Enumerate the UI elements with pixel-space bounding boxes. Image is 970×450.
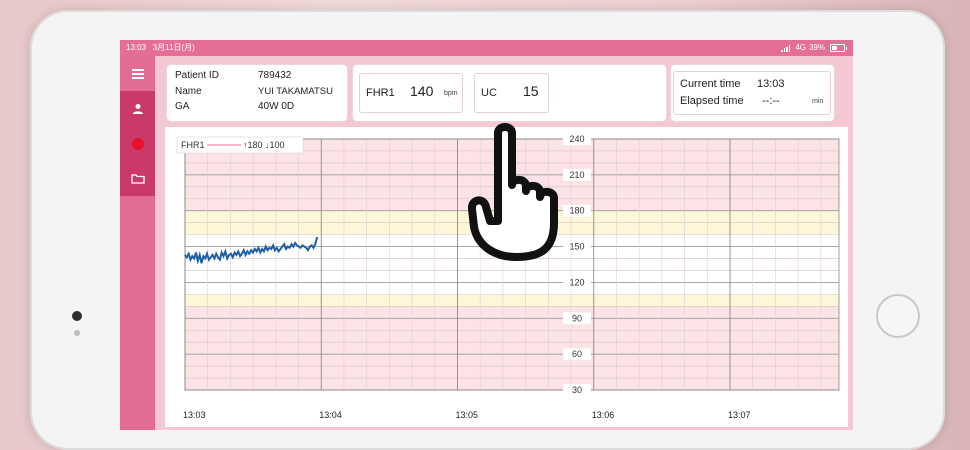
person-icon[interactable] bbox=[120, 91, 155, 126]
y-tick-label: 60 bbox=[572, 349, 582, 359]
elapsed-time-unit: min bbox=[812, 98, 824, 105]
time-card: Current time 13:03 Elapsed time --:-- mi… bbox=[671, 65, 834, 121]
pointing-hand-icon bbox=[468, 123, 558, 261]
elapsed-time-label: Elapsed time bbox=[680, 95, 744, 107]
patient-name-label: Name bbox=[175, 86, 202, 97]
chart-band bbox=[185, 294, 839, 307]
chart-legend: FHR1 ↑180 ↓100 bbox=[176, 136, 304, 154]
uc-label: UC bbox=[481, 87, 497, 99]
camera-sensor bbox=[74, 330, 80, 336]
vitals-card: FHR1 140 bpm UC 15 bbox=[353, 65, 666, 121]
status-date: 3月11日(月) bbox=[152, 43, 195, 52]
home-button[interactable] bbox=[876, 294, 920, 338]
folder-icon[interactable] bbox=[120, 161, 155, 196]
y-tick-label: 90 bbox=[572, 313, 582, 323]
patient-info-card: Patient ID 789432 Name YUI TAKAMATSU GA … bbox=[167, 65, 347, 121]
fhr-unit: bpm bbox=[444, 90, 458, 97]
legend-threshold-text: ↑180 ↓100 bbox=[243, 140, 285, 150]
current-time-value: 13:03 bbox=[757, 78, 785, 90]
patient-name-value: YUI TAKAMATSU bbox=[258, 86, 333, 97]
fhr-label: FHR1 bbox=[366, 87, 395, 99]
fhr-box[interactable]: FHR1 140 bpm bbox=[359, 73, 463, 113]
network-type: 4G bbox=[795, 43, 806, 52]
legend-series-label: FHR1 bbox=[181, 140, 205, 150]
status-bar: 13:03 3月11日(月) 4G 39% bbox=[120, 40, 853, 56]
current-time-label: Current time bbox=[680, 78, 741, 90]
front-camera bbox=[72, 311, 82, 321]
battery-percent: 39% bbox=[808, 43, 825, 52]
ga-value: 40W 0D bbox=[258, 101, 295, 112]
battery-icon bbox=[830, 44, 847, 52]
chart-band bbox=[185, 306, 839, 390]
y-tick-label: 120 bbox=[569, 277, 584, 287]
app-screen: 13:03 3月11日(月) 4G 39% Patient ID 789432 … bbox=[120, 40, 853, 430]
signal-icon bbox=[781, 44, 791, 52]
uc-box[interactable]: UC 15 bbox=[474, 73, 549, 113]
hamburger-menu-icon[interactable] bbox=[120, 56, 155, 91]
y-tick-label: 30 bbox=[572, 385, 582, 395]
record-dot-icon[interactable] bbox=[120, 126, 155, 161]
status-time: 13:03 bbox=[126, 43, 147, 52]
elapsed-time-value: --:-- bbox=[762, 95, 780, 107]
patient-id-label: Patient ID bbox=[175, 70, 219, 81]
fhr-value: 140 bbox=[410, 83, 434, 99]
ga-label: GA bbox=[175, 101, 190, 112]
sidebar bbox=[120, 56, 155, 430]
time-box: Current time 13:03 Elapsed time --:-- mi… bbox=[673, 71, 831, 115]
uc-value: 15 bbox=[523, 83, 539, 99]
patient-id-value: 789432 bbox=[258, 70, 292, 81]
